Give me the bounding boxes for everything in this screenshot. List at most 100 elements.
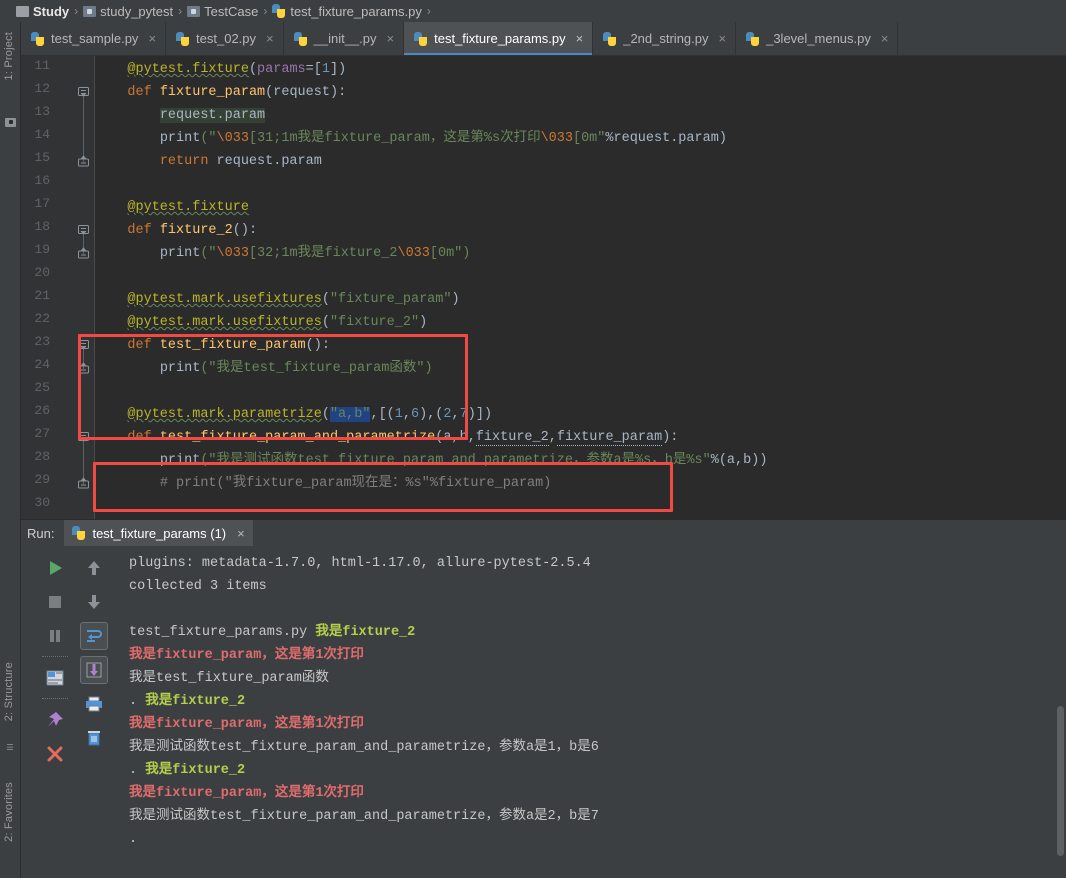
fold-expand-icon[interactable]: [77, 339, 90, 352]
stop-button[interactable]: [41, 588, 69, 616]
code-line[interactable]: @pytest.mark.usefixtures("fixture_param"…: [95, 288, 459, 311]
close-icon[interactable]: ×: [148, 32, 156, 45]
console-output[interactable]: plugins: metadata-1.7.0, html-1.17.0, al…: [116, 546, 1066, 878]
breadcrumb-item-study[interactable]: Study: [16, 4, 69, 19]
python-file-icon: [293, 31, 308, 46]
code-line[interactable]: [95, 495, 103, 518]
code-token: (: [248, 62, 258, 77]
code-token: 我是测试函数test_fixture_param_and_parametrize…: [216, 453, 703, 468]
code-line[interactable]: [95, 173, 103, 196]
console-segment: 我是测试函数test_fixture_param_and_parametrize…: [129, 809, 599, 824]
code-line[interactable]: return request.param: [95, 150, 322, 173]
code-line[interactable]: print("我是test_fixture_param函数"): [95, 357, 433, 380]
code-content[interactable]: @pytest.fixture(params=[1]) def fixture_…: [95, 56, 1066, 519]
code-line[interactable]: print("\033[31;1m我是fixture_param，这是第%s次打…: [95, 127, 727, 150]
code-line[interactable]: @pytest.mark.parametrize("a,b",[(1,6),(2…: [95, 403, 492, 426]
down-stack-button[interactable]: [80, 588, 108, 616]
code-line[interactable]: @pytest.fixture(params=[1]): [95, 58, 346, 81]
breadcrumb-item-file[interactable]: test_fixture_params.py: [272, 4, 422, 19]
code-line[interactable]: def test_fixture_param():: [95, 334, 330, 357]
editor-gutter[interactable]: 11 12 13 14 15 16 17 18 19 20 21 22 23 24 25 26 27 28 29 30: [21, 56, 95, 519]
run-configuration-tab[interactable]: test_fixture_params (1) ×: [64, 519, 253, 547]
console-line: collected 3 items: [129, 575, 1066, 598]
pause-button[interactable]: [41, 622, 69, 650]
code-token: @pytest.fixture: [127, 200, 249, 215]
console-segment: 我是test_fixture_param函数: [129, 671, 329, 686]
console-segment: .: [129, 694, 146, 709]
code-line[interactable]: # print("我fixture_param现在是：%s"%fixture_p…: [95, 472, 552, 495]
code-token: %: [710, 453, 719, 468]
code-line[interactable]: [95, 380, 103, 403]
close-icon[interactable]: ×: [719, 32, 727, 45]
code-line[interactable]: def test_fixture_param_and_parametrize(a…: [95, 426, 678, 449]
code-token: [: [313, 62, 322, 77]
console-line: . 我是fixture_2: [129, 690, 1066, 713]
console-segment: 我是fixture_param，这是第1次打印: [129, 648, 364, 663]
fold-expand-icon[interactable]: [77, 224, 90, 237]
code-token: =: [305, 62, 314, 77]
close-icon[interactable]: ×: [576, 32, 584, 45]
fold-expand-icon[interactable]: [77, 86, 90, 99]
editor-tab[interactable]: _3level_menus.py ×: [736, 22, 899, 55]
rerun-button[interactable]: [41, 554, 69, 582]
code-token: @pytest.mark.parametrize: [127, 407, 322, 422]
code-line[interactable]: @pytest.mark.usefixtures("fixture_2"): [95, 311, 427, 334]
line-number: 13: [34, 104, 50, 119]
breadcrumb-separator: ›: [426, 4, 431, 18]
breadcrumb-item-study-pytest[interactable]: study_pytest: [83, 4, 173, 19]
editor-tab[interactable]: _2nd_string.py ×: [593, 22, 737, 55]
scroll-to-end-button[interactable]: [80, 656, 108, 684]
code-token: request.param: [208, 154, 322, 169]
toggle-tasks-button[interactable]: [41, 664, 69, 692]
breadcrumb-label: test_fixture_params.py: [290, 3, 422, 19]
fold-collapse-end-icon[interactable]: [77, 155, 90, 168]
scrollbar-thumb[interactable]: [1057, 706, 1064, 856]
sidebar-item-project[interactable]: 1: Project: [3, 32, 15, 80]
close-icon[interactable]: ×: [237, 526, 245, 541]
fold-collapse-end-icon[interactable]: [77, 477, 90, 490]
editor-tab-label: _2nd_string.py: [623, 31, 709, 46]
sidebar-item-favorites[interactable]: 2: Favorites: [3, 782, 15, 842]
console-segment: 我是测试函数test_fixture_param_and_parametrize…: [129, 740, 599, 755]
close-icon[interactable]: ×: [387, 32, 395, 45]
up-stack-button[interactable]: [80, 554, 108, 582]
clear-all-button[interactable]: [80, 724, 108, 752]
editor-tab[interactable]: test_02.py ×: [166, 22, 284, 55]
close-button[interactable]: [41, 740, 69, 768]
run-toolbar: [21, 546, 116, 878]
close-icon[interactable]: ×: [881, 32, 889, 45]
console-line: . 我是fixture_2: [129, 759, 1066, 782]
soft-wrap-button[interactable]: [80, 622, 108, 650]
print-button[interactable]: [80, 690, 108, 718]
breadcrumb-item-testcase[interactable]: TestCase: [187, 4, 258, 19]
close-icon[interactable]: ×: [266, 32, 274, 45]
code-token: 6: [411, 407, 420, 422]
code-line[interactable]: print("\033[32;1m我是fixture_2\033[0m"): [95, 242, 471, 265]
code-token: "fixture_param": [329, 292, 452, 307]
console-line: 我是test_fixture_param函数: [129, 667, 1066, 690]
code-token: (": [200, 361, 217, 376]
code-line[interactable]: def fixture_param(request):: [95, 81, 346, 104]
code-editor[interactable]: 11 12 13 14 15 16 17 18 19 20 21 22 23 24 25 26 27 28 29 30…: [21, 56, 1066, 519]
code-line[interactable]: request.param: [95, 104, 266, 127]
line-number: 15: [34, 150, 50, 165]
editor-tab[interactable]: __init__.py ×: [283, 22, 405, 55]
code-line[interactable]: @pytest.fixture: [95, 196, 249, 219]
fold-expand-icon[interactable]: [77, 431, 90, 444]
fold-collapse-end-icon[interactable]: [77, 247, 90, 260]
code-token: \033: [540, 131, 573, 146]
code-line[interactable]: def fixture_2():: [95, 219, 257, 242]
editor-tab[interactable]: test_fixture_params.py ×: [404, 22, 594, 55]
console-scrollbar[interactable]: [1055, 546, 1066, 878]
code-line[interactable]: [95, 265, 103, 288]
sidebar-item-structure[interactable]: 2: Structure: [3, 662, 15, 721]
pin-tab-button[interactable]: [41, 706, 69, 734]
bookmark-icon[interactable]: ☰: [5, 742, 15, 753]
code-token: (request):: [265, 85, 347, 100]
fold-collapse-end-icon[interactable]: [77, 362, 90, 375]
editor-tab[interactable]: test_sample.py ×: [21, 22, 167, 55]
code-line[interactable]: print("我是测试函数test_fixture_param_and_para…: [95, 449, 768, 472]
